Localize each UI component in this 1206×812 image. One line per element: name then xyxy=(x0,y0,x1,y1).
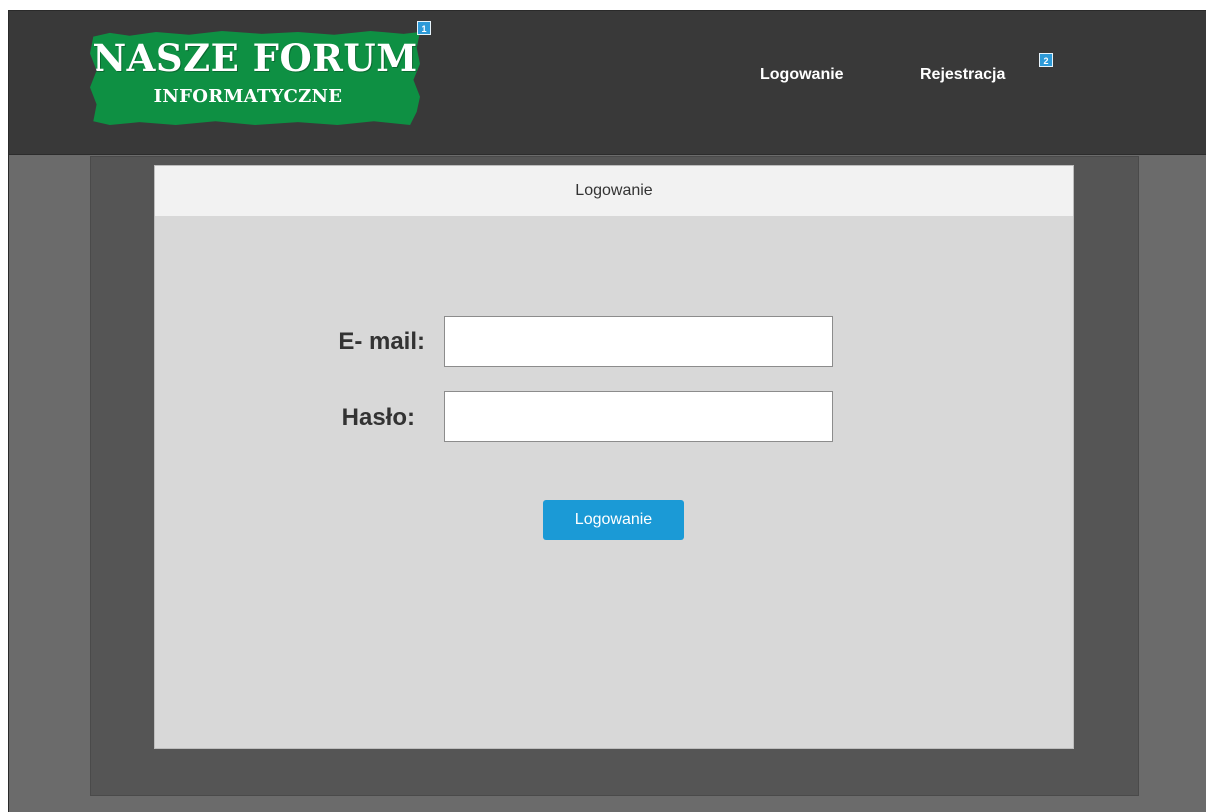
site-header: NASZE FORUM INFORMATYCZNE 1 Logowanie Re… xyxy=(9,11,1206,155)
logo-subtitle: INFORMATYCZNE xyxy=(153,86,343,107)
logo-title: NASZE FORUM xyxy=(92,36,418,80)
email-label: E- mail: xyxy=(338,328,425,355)
login-panel: Logowanie E- mail: Hasło: Logowanie xyxy=(154,165,1074,749)
nav-login-link[interactable]: Logowanie xyxy=(760,64,844,86)
annotation-badge-1: 1 xyxy=(417,21,431,35)
site-logo[interactable]: NASZE FORUM INFORMATYCZNE xyxy=(90,31,420,125)
login-panel-title: Logowanie xyxy=(155,166,1073,216)
nav-register-link[interactable]: Rejestracja xyxy=(920,64,1005,86)
email-input[interactable] xyxy=(444,316,833,367)
password-label: Hasło: xyxy=(341,404,415,431)
app-window: NASZE FORUM INFORMATYCZNE 1 Logowanie Re… xyxy=(8,10,1206,812)
annotation-badge-2: 2 xyxy=(1039,53,1053,67)
login-submit-button[interactable]: Logowanie xyxy=(543,500,684,540)
password-input[interactable] xyxy=(444,391,833,442)
